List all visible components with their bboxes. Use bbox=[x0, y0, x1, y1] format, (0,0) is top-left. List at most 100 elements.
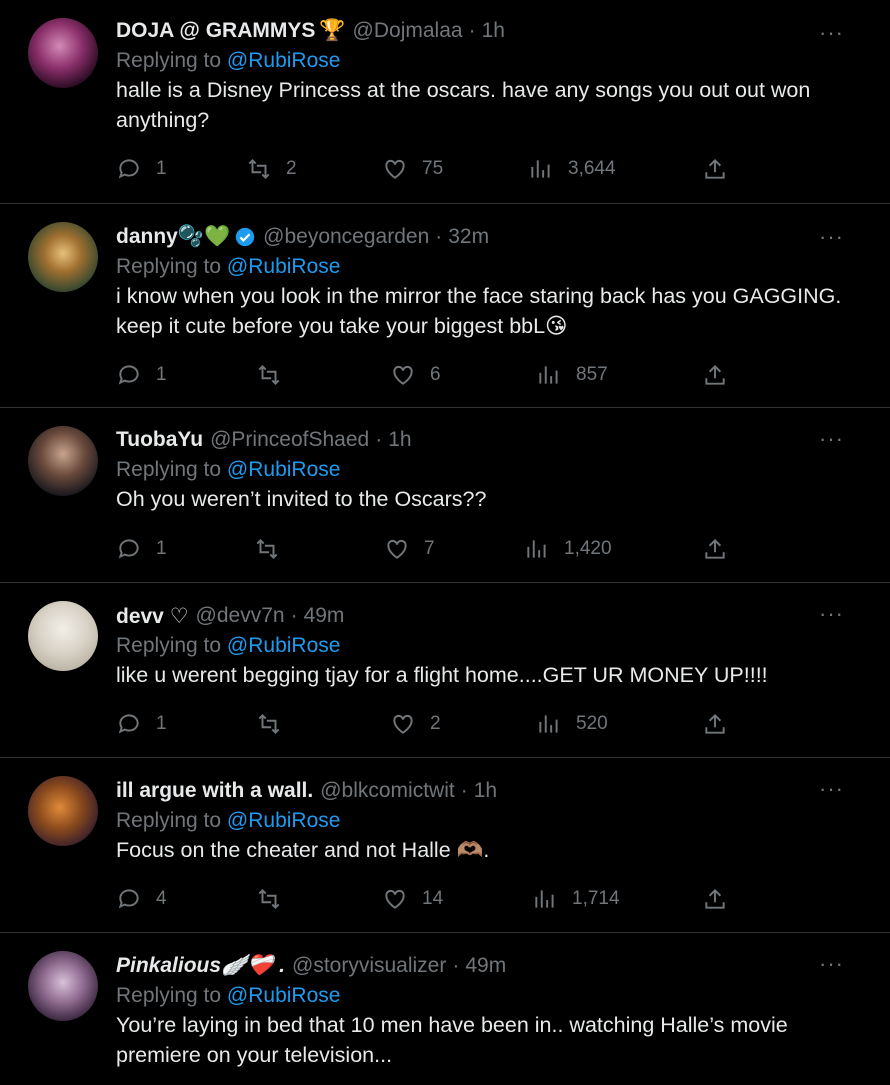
retweet-icon bbox=[256, 538, 278, 560]
separator: · bbox=[452, 954, 460, 977]
replying-to: Replying to @RubiRose bbox=[116, 809, 850, 833]
like-button[interactable]: 6 bbox=[390, 362, 441, 388]
tweet-text: You’re laying in bed that 10 men have be… bbox=[116, 1013, 788, 1067]
timestamp[interactable]: 1h bbox=[482, 19, 505, 43]
like-button[interactable]: 75 bbox=[382, 156, 443, 182]
tweet-text: i know when you look in the mirror the f… bbox=[116, 284, 842, 338]
mention-link[interactable]: @RubiRose bbox=[227, 49, 341, 72]
mention-link[interactable]: @RubiRose bbox=[227, 458, 341, 481]
view-count: 1,714 bbox=[572, 888, 620, 909]
views-button[interactable]: 3,644 bbox=[528, 156, 616, 182]
replying-to-label: Replying to bbox=[116, 634, 222, 657]
replying-to: Replying to @RubiRose bbox=[116, 255, 850, 279]
replying-to-label: Replying to bbox=[116, 984, 222, 1007]
avatar[interactable] bbox=[28, 426, 98, 496]
share-icon bbox=[705, 158, 725, 179]
replying-to-label: Replying to bbox=[116, 49, 222, 72]
replying-to: Replying to @RubiRose bbox=[116, 634, 850, 658]
view-count: 520 bbox=[576, 713, 608, 734]
like-button[interactable]: 2 bbox=[390, 711, 441, 737]
share-button[interactable] bbox=[702, 536, 728, 562]
retweet-count: 2 bbox=[286, 158, 297, 179]
handle[interactable]: @storyvisualizer bbox=[292, 954, 446, 978]
tweet[interactable]: ··· devv ♡ @devv7n · 49m Replying to @Ru… bbox=[0, 583, 890, 758]
views-button[interactable]: 1,420 bbox=[524, 536, 612, 562]
tweet[interactable]: ··· Pinkalious🪽❤️‍🩹 . @storyvisualizer ·… bbox=[0, 933, 890, 1085]
share-button[interactable] bbox=[702, 711, 728, 737]
tweet[interactable]: ··· DOJA @ GRAMMYS 🏆 @Dojmalaa · 1h Repl… bbox=[0, 0, 890, 204]
tweet[interactable]: ··· danny🫧💚 @beyoncegarden · 32m Replyin… bbox=[0, 204, 890, 408]
tweet-text: halle is a Disney Princess at the oscars… bbox=[116, 78, 811, 132]
reply-icon bbox=[118, 159, 139, 179]
avatar[interactable] bbox=[28, 951, 98, 1021]
action-bar: 1 2 75 3,644 bbox=[116, 156, 850, 186]
avatar[interactable] bbox=[28, 222, 98, 292]
display-name[interactable]: ill argue with a wall. bbox=[116, 779, 313, 803]
retweet-button[interactable] bbox=[256, 362, 282, 388]
display-name[interactable]: devv ♡ bbox=[116, 604, 189, 629]
retweet-button[interactable]: 2 bbox=[246, 156, 297, 182]
views-icon bbox=[539, 715, 558, 733]
handle[interactable]: @blkcomictwit bbox=[320, 779, 455, 803]
retweet-button[interactable] bbox=[256, 711, 282, 737]
like-icon bbox=[385, 159, 405, 179]
handle[interactable]: @beyoncegarden bbox=[263, 225, 429, 249]
like-button[interactable]: 14 bbox=[382, 886, 443, 912]
views-button[interactable]: 857 bbox=[536, 362, 608, 388]
timestamp[interactable]: 1h bbox=[388, 428, 411, 452]
handle[interactable]: @devv7n bbox=[196, 604, 285, 628]
tweet-text: Focus on the cheater and not Halle 🫶🏽. bbox=[116, 838, 490, 862]
timestamp[interactable]: 32m bbox=[448, 225, 489, 249]
mention-link[interactable]: @RubiRose bbox=[227, 634, 341, 657]
mention-link[interactable]: @RubiRose bbox=[227, 809, 341, 832]
reply-button[interactable]: 1 bbox=[116, 362, 167, 388]
reply-icon bbox=[118, 714, 139, 734]
replying-to-label: Replying to bbox=[116, 255, 222, 278]
like-icon bbox=[393, 714, 413, 734]
reply-button[interactable]: 1 bbox=[116, 711, 167, 737]
mention-link[interactable]: @RubiRose bbox=[227, 255, 341, 278]
view-count: 3,644 bbox=[568, 158, 616, 179]
retweet-icon bbox=[258, 888, 280, 910]
display-name[interactable]: DOJA @ GRAMMYS bbox=[116, 19, 315, 43]
reply-button[interactable]: 4 bbox=[116, 886, 167, 912]
share-button[interactable] bbox=[702, 362, 728, 388]
views-button[interactable]: 520 bbox=[536, 711, 608, 737]
timestamp[interactable]: 1h bbox=[474, 779, 497, 803]
like-button[interactable]: 7 bbox=[384, 536, 435, 562]
reply-button[interactable]: 1 bbox=[116, 536, 167, 562]
retweet-icon bbox=[248, 158, 270, 180]
avatar[interactable] bbox=[28, 776, 98, 846]
share-icon bbox=[705, 713, 725, 734]
display-name[interactable]: danny🫧💚 bbox=[116, 225, 230, 249]
display-name[interactable]: Pinkalious🪽❤️‍🩹 . bbox=[116, 954, 285, 978]
share-icon bbox=[705, 538, 725, 559]
share-icon bbox=[705, 364, 725, 385]
timestamp[interactable]: 49m bbox=[304, 604, 345, 628]
replying-to-label: Replying to bbox=[116, 809, 222, 832]
share-button[interactable] bbox=[702, 156, 728, 182]
avatar[interactable] bbox=[28, 601, 98, 671]
retweet-button[interactable] bbox=[254, 536, 280, 562]
separator: · bbox=[435, 225, 443, 248]
share-button[interactable] bbox=[702, 886, 728, 912]
timestamp[interactable]: 49m bbox=[465, 954, 506, 978]
separator: · bbox=[468, 19, 476, 42]
like-icon bbox=[393, 365, 413, 385]
handle[interactable]: @Dojmalaa bbox=[353, 19, 463, 43]
views-icon bbox=[527, 540, 546, 558]
reply-button[interactable]: 1 bbox=[116, 156, 167, 182]
avatar[interactable] bbox=[28, 18, 98, 88]
tweet[interactable]: ··· ill argue with a wall. @blkcomictwit… bbox=[0, 758, 890, 933]
like-icon bbox=[385, 889, 405, 909]
display-name[interactable]: TuobaYu bbox=[116, 428, 203, 452]
views-button[interactable]: 1,714 bbox=[532, 886, 620, 912]
tweet[interactable]: ··· TuobaYu @PrinceofShaed · 1h Replying… bbox=[0, 408, 890, 583]
views-icon bbox=[535, 890, 554, 908]
mention-link[interactable]: @RubiRose bbox=[227, 984, 341, 1007]
like-icon bbox=[387, 539, 407, 559]
retweet-button[interactable] bbox=[256, 886, 282, 912]
reply-icon bbox=[118, 539, 139, 559]
handle[interactable]: @PrinceofShaed bbox=[210, 428, 369, 452]
reply-count: 1 bbox=[156, 538, 167, 559]
